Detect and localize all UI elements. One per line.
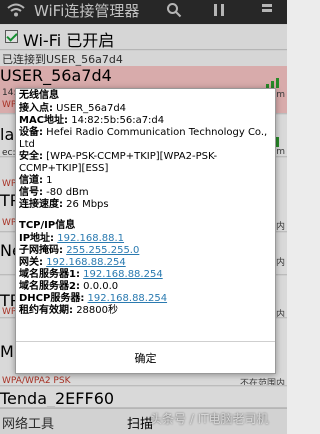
info-row-device: 设备: Hefei Radio Communication Technology…: [19, 127, 268, 150]
info-row-gateway: 网关: 192.168.88.254: [19, 257, 126, 268]
info-row-channel: 信道: 1: [19, 175, 53, 186]
info-row-dns2: 域名服务器2: 0.0.0.0: [19, 281, 119, 292]
info-row-signal: 信号: -80 dBm: [19, 187, 89, 198]
info-row-link-speed: 连接速度: 26 Mbps: [19, 199, 109, 210]
dns1-link[interactable]: 192.168.88.254: [83, 269, 163, 280]
info-row-dhcp: DHCP服务器: 192.168.88.254: [19, 293, 168, 304]
info-row-subnet: 子网掩码: 255.255.255.0: [19, 245, 140, 256]
info-row-access-point: 接入点: USER_56a7d4: [19, 103, 127, 114]
ok-button[interactable]: 确定: [16, 342, 275, 374]
ip-link[interactable]: 192.168.88.1: [57, 233, 124, 244]
network-info-dialog: 无线信息 接入点: USER_56a7d4 MAC地址: 14:82:5b:56…: [15, 88, 276, 374]
wireless-info-title: 无线信息: [19, 90, 59, 101]
tcpip-info-title: TCP/IP信息: [19, 220, 76, 231]
info-row-lease: 租约有效期: 28800秒: [19, 305, 118, 316]
subnet-link[interactable]: 255.255.255.0: [66, 245, 139, 256]
dialog-content: 无线信息 接入点: USER_56a7d4 MAC地址: 14:82:5b:56…: [16, 89, 275, 341]
dhcp-link[interactable]: 192.168.88.254: [88, 293, 168, 304]
info-row-dns1: 域名服务器1: 192.168.88.254: [19, 269, 163, 280]
info-row-security: 安全: [WPA-PSK-CCMP+TKIP][WPA2-PSK-CCMP+TK…: [19, 151, 218, 174]
gateway-link[interactable]: 192.168.88.254: [46, 257, 126, 268]
info-row-ip: IP地址: 192.168.88.1: [19, 233, 125, 244]
info-row-mac: MAC地址: 14:82:5b:56:a7:d4: [19, 115, 165, 126]
